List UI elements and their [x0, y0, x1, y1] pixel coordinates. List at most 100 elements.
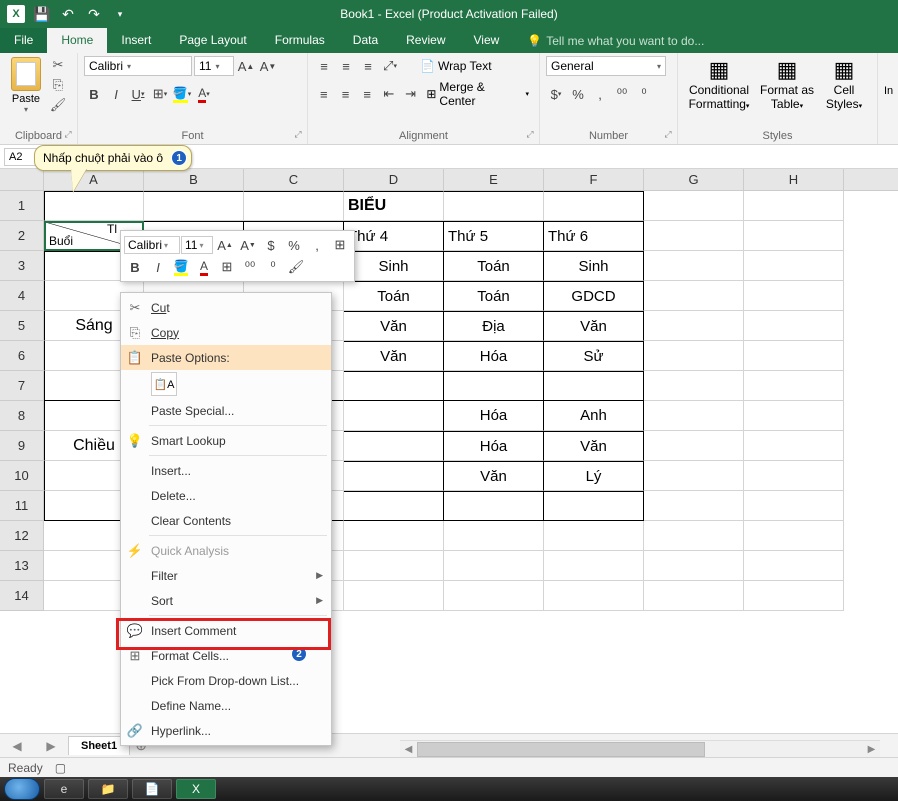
paste-option-keep-source[interactable]: 📋A [151, 372, 177, 396]
align-right-icon[interactable]: ≡ [357, 84, 377, 104]
cell-E5[interactable]: Địa [444, 311, 544, 341]
copy-icon[interactable]: ⎘ [48, 77, 68, 95]
cell[interactable] [644, 341, 744, 371]
cell[interactable] [744, 521, 844, 551]
cell[interactable] [144, 191, 244, 221]
col-header[interactable]: G [644, 169, 744, 190]
cell[interactable] [344, 431, 444, 461]
mini-font-color-button[interactable]: A [193, 257, 215, 277]
cell[interactable] [344, 491, 444, 521]
increase-font-icon[interactable]: A▲ [236, 56, 256, 76]
align-bottom-icon[interactable]: ≡ [358, 56, 378, 76]
font-color-button[interactable]: A▾ [194, 84, 214, 104]
row-header[interactable]: 12 [0, 521, 44, 551]
cell[interactable] [744, 461, 844, 491]
row-header[interactable]: 11 [0, 491, 44, 521]
cell[interactable] [644, 401, 744, 431]
cell[interactable] [744, 341, 844, 371]
macro-record-icon[interactable]: ▢ [55, 761, 66, 775]
mini-italic-button[interactable]: I [147, 257, 169, 277]
menu-delete[interactable]: Delete... [121, 483, 331, 508]
cell[interactable] [744, 581, 844, 611]
number-dialog-icon[interactable]: ⤢ [662, 129, 674, 141]
format-as-table-button[interactable]: ▦Format as Table▾ [758, 57, 816, 111]
cell-E3[interactable]: Toán [444, 251, 544, 281]
scroll-left-icon[interactable]: ◀ [400, 741, 417, 758]
row-header[interactable]: 14 [0, 581, 44, 611]
mini-font-combo[interactable]: Calibri▾ [124, 236, 180, 254]
decrease-indent-icon[interactable]: ⇤ [379, 84, 399, 104]
cell[interactable] [344, 521, 444, 551]
tab-home[interactable]: Home [47, 28, 107, 53]
cell-styles-button[interactable]: ▦Cell Styles▾ [820, 57, 868, 111]
increase-indent-icon[interactable]: ⇥ [401, 84, 421, 104]
cell[interactable] [644, 431, 744, 461]
mini-shrink-font-icon[interactable]: A▼ [237, 235, 259, 255]
mini-fill-button[interactable]: 🪣 [170, 257, 192, 277]
sheet-nav-prev-icon[interactable]: ◀ [0, 739, 34, 753]
tab-file[interactable]: File [0, 28, 47, 53]
cell[interactable] [444, 521, 544, 551]
conditional-formatting-button[interactable]: ▦Conditional Formatting▾ [684, 57, 754, 111]
row-header[interactable]: 7 [0, 371, 44, 401]
mini-accounting-icon[interactable]: $ [260, 235, 282, 255]
col-header[interactable]: A [44, 169, 144, 190]
bold-button[interactable]: B [84, 84, 104, 104]
cell-D2[interactable]: Thứ 4 [344, 221, 444, 251]
merge-center-button[interactable]: ⊞Merge & Center▾ [422, 80, 533, 108]
cell[interactable] [444, 371, 544, 401]
decrease-font-icon[interactable]: A▼ [258, 56, 278, 76]
tab-formulas[interactable]: Formulas [261, 28, 339, 53]
taskbar-notepad-icon[interactable]: 📄 [132, 779, 172, 799]
menu-smart-lookup[interactable]: 💡Smart Lookup [121, 428, 331, 453]
cell[interactable] [644, 581, 744, 611]
menu-copy[interactable]: ⎘Copy [121, 320, 331, 345]
cell-F10[interactable]: Lý [544, 461, 644, 491]
row-header[interactable]: 6 [0, 341, 44, 371]
format-painter-icon[interactable]: 🖌 [48, 97, 68, 115]
menu-sort[interactable]: Sort▶ [121, 588, 331, 613]
borders-button[interactable]: ⊞▾ [150, 84, 170, 104]
decrease-decimal-icon[interactable]: ⁰ [634, 84, 654, 104]
cell-F4[interactable]: GDCD [544, 281, 644, 311]
cell[interactable] [744, 551, 844, 581]
cell[interactable] [444, 581, 544, 611]
cell[interactable] [544, 551, 644, 581]
row-header[interactable]: 10 [0, 461, 44, 491]
fill-color-button[interactable]: 🪣▾ [172, 84, 192, 104]
cell-D4[interactable]: Toán [344, 281, 444, 311]
row-header[interactable]: 9 [0, 431, 44, 461]
mini-percent-icon[interactable]: % [283, 235, 305, 255]
cell[interactable] [544, 521, 644, 551]
mini-merge-icon[interactable]: ⊞ [329, 235, 351, 255]
tab-view[interactable]: View [460, 28, 514, 53]
cell-E8[interactable]: Hóa [444, 401, 544, 431]
cell[interactable] [644, 251, 744, 281]
wrap-text-button[interactable]: 📄Wrap Text [416, 59, 496, 73]
taskbar-explorer-icon[interactable]: 📁 [88, 779, 128, 799]
cell[interactable] [644, 371, 744, 401]
row-header[interactable]: 8 [0, 401, 44, 431]
cell[interactable] [344, 461, 444, 491]
row-header[interactable]: 1 [0, 191, 44, 221]
mini-bold-button[interactable]: B [124, 257, 146, 277]
col-header[interactable]: H [744, 169, 844, 190]
select-all-corner[interactable] [0, 169, 44, 191]
col-header[interactable]: E [444, 169, 544, 190]
cell[interactable] [644, 551, 744, 581]
undo-icon[interactable]: ↶ [56, 3, 80, 25]
cell[interactable] [744, 191, 844, 221]
menu-clear-contents[interactable]: Clear Contents [121, 508, 331, 533]
menu-filter[interactable]: Filter▶ [121, 563, 331, 588]
comma-format-icon[interactable]: , [590, 84, 610, 104]
menu-paste-special[interactable]: Paste Special... [121, 398, 331, 423]
tab-page-layout[interactable]: Page Layout [165, 28, 260, 53]
underline-button[interactable]: U▾ [128, 84, 148, 104]
percent-format-icon[interactable]: % [568, 84, 588, 104]
cell[interactable] [344, 401, 444, 431]
cell[interactable] [344, 371, 444, 401]
menu-define-name[interactable]: Define Name... [121, 693, 331, 718]
menu-insert-comment[interactable]: 💬Insert Comment [121, 618, 331, 643]
scroll-thumb[interactable] [417, 742, 705, 757]
cell-D6[interactable]: Văn [344, 341, 444, 371]
